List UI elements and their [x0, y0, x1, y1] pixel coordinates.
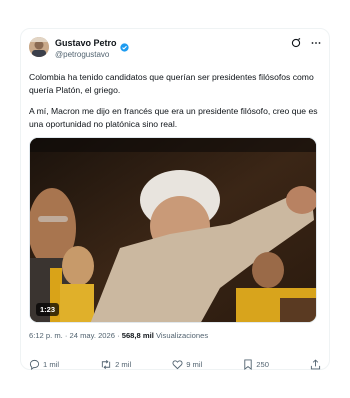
- like-button[interactable]: 9 mil: [172, 359, 202, 370]
- meta-separator: ·: [62, 331, 70, 340]
- share-icon: [310, 358, 321, 369]
- video-duration-badge: 1:23: [36, 303, 60, 316]
- author-handle[interactable]: @petrogustavo: [55, 50, 129, 59]
- like-count: 9 mil: [186, 359, 203, 369]
- tweet-text: Colombia ha tenido candidatos que quería…: [29, 71, 321, 139]
- video-player[interactable]: 1:23: [29, 137, 317, 323]
- views-count: 568,8 mil: [121, 331, 154, 340]
- tweet-paragraph: Colombia ha tenido candidatos que quería…: [29, 72, 314, 95]
- more-icon[interactable]: [311, 38, 321, 51]
- tweet-date[interactable]: 24 may. 2026: [70, 331, 115, 340]
- verified-badge-icon: [119, 39, 129, 52]
- share-button[interactable]: [310, 358, 321, 370]
- repost-button[interactable]: 2 mil: [100, 359, 131, 370]
- grok-icon[interactable]: [291, 38, 301, 51]
- author-names: Gustavo Petro @petrogustavo: [55, 37, 129, 59]
- header-icons: [291, 38, 321, 51]
- avatar[interactable]: [29, 37, 49, 57]
- bookmark-icon: [244, 358, 252, 370]
- tweet-meta: 6:12 p. m. · 24 may. 2026 · 568,8 mil Vi…: [29, 331, 208, 340]
- action-bar: 1 mil 2 mil 9 mil 250: [29, 357, 321, 371]
- tweet-paragraph: A mí, Macron me dijo en francés que era …: [29, 106, 318, 129]
- tweet-card: Gustavo Petro @petrogustavo Colombia ha …: [20, 28, 330, 370]
- views-label: Visualizaciones: [153, 331, 209, 340]
- reply-count: 1 mil: [43, 359, 60, 369]
- reply-icon: [29, 359, 40, 370]
- video-thumbnail: [30, 138, 316, 322]
- tweet-header: Gustavo Petro @petrogustavo: [29, 37, 321, 65]
- repost-count: 2 mil: [115, 359, 132, 369]
- meta-separator: ·: [114, 331, 122, 340]
- reply-button[interactable]: 1 mil: [29, 359, 59, 370]
- bookmark-button[interactable]: 250: [243, 358, 269, 370]
- repost-icon: [101, 359, 111, 369]
- display-name[interactable]: Gustavo Petro: [55, 38, 117, 48]
- tweet-time[interactable]: 6:12 p. m.: [29, 331, 63, 340]
- bookmark-count: 250: [256, 359, 269, 369]
- heart-icon: [172, 359, 183, 369]
